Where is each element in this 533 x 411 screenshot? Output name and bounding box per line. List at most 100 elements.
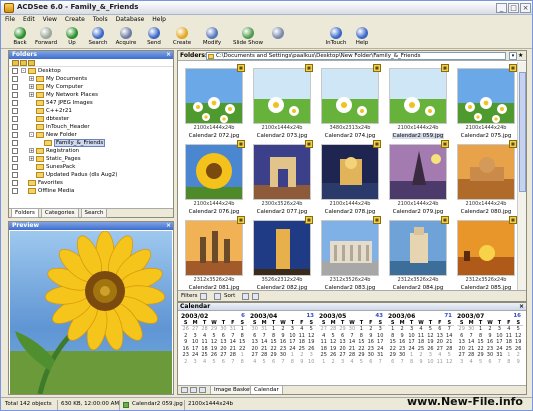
calendar-day[interactable]: 7 xyxy=(495,359,504,366)
tree-checkbox[interactable] xyxy=(12,180,18,186)
tab-image-basket[interactable]: Image Basket xyxy=(210,386,256,394)
select-icon[interactable] xyxy=(252,293,259,300)
calendar-day[interactable]: 3 xyxy=(190,359,199,366)
expand-toggle-icon[interactable]: + xyxy=(29,92,34,97)
group-icon[interactable] xyxy=(214,293,221,300)
calendar-day[interactable]: 12 xyxy=(445,359,454,366)
toolbar-button-help[interactable]: Help xyxy=(347,27,377,48)
thumbnail-item[interactable]: ▦ 2100x1444x24b Calendar2 076.jpg xyxy=(181,139,247,219)
calendar-day[interactable]: 5 xyxy=(357,359,366,366)
thumbnail-item[interactable]: ▦ 2300x3526x24b Calendar2 077.jpg xyxy=(249,139,315,219)
tree-checkbox[interactable] xyxy=(12,140,18,146)
close-button[interactable]: × xyxy=(520,3,531,13)
calendar-day[interactable]: 10 xyxy=(426,359,435,366)
basket-remove-icon[interactable] xyxy=(190,387,197,393)
tree-item[interactable]: - New Folder xyxy=(9,131,173,139)
tree-item[interactable]: 547 JPEG Images xyxy=(9,99,173,107)
tree-item[interactable]: Favorites xyxy=(9,179,173,187)
calendar-day[interactable]: 6 xyxy=(485,359,494,366)
menu-tools[interactable]: Tools xyxy=(89,15,112,23)
month-count[interactable]: 16 xyxy=(513,313,521,319)
tree-item[interactable]: InTouch_Header xyxy=(9,123,173,131)
folder-icon[interactable] xyxy=(12,60,19,66)
tab-folders[interactable]: Folders xyxy=(11,209,39,218)
calendar-day[interactable]: 8 xyxy=(407,359,416,366)
calendar-day[interactable]: 3 xyxy=(338,359,347,366)
month-count[interactable]: 6 xyxy=(241,313,245,319)
thumbnail-item[interactable]: ▦ 2100x1444x24b Calendar2 073.jpg xyxy=(249,63,315,143)
sort-label[interactable]: Sort xyxy=(224,293,235,299)
thumbnail-item[interactable]: ▦ 2312x3526x24b Calendar2 085.jpg xyxy=(453,215,519,295)
month-count[interactable]: 71 xyxy=(444,313,452,319)
toolbar-button-send[interactable]: Send xyxy=(139,27,169,48)
toolbar-button-slide-show[interactable]: Slide Show xyxy=(233,27,263,48)
calendar-day[interactable]: 4 xyxy=(347,359,356,366)
close-icon[interactable]: × xyxy=(519,303,524,311)
menu-help[interactable]: Help xyxy=(148,15,170,23)
thumbnail-item[interactable]: ▦ 2312x3526x24b Calendar2 084.jpg xyxy=(385,215,451,295)
calendar-day[interactable]: 8 xyxy=(504,359,513,366)
toolbar-button-acquire[interactable]: Acquire xyxy=(111,27,141,48)
new-folder-icon[interactable] xyxy=(28,60,35,66)
thumbnail-item[interactable]: ▦ 3480x2313x24b Calendar2 074.jpg xyxy=(317,63,383,143)
tree-item[interactable]: + Static_Pages xyxy=(9,155,173,163)
calendar-day[interactable]: 6 xyxy=(388,359,397,366)
month-count[interactable]: 43 xyxy=(375,313,383,319)
tree-checkbox[interactable] xyxy=(12,188,18,194)
calendar-day[interactable]: 9 xyxy=(297,359,306,366)
calendar-day[interactable]: 7 xyxy=(376,359,385,366)
tree-checkbox[interactable] xyxy=(12,164,18,170)
tree-checkbox[interactable] xyxy=(12,92,18,98)
tree-checkbox[interactable] xyxy=(12,76,18,82)
thumbnail-item[interactable]: ▦ 2312x3526x24b Calendar2 083.jpg xyxy=(317,215,383,295)
thumbnail-item[interactable]: ▦ 2312x3526x24b Calendar2 081.jpg xyxy=(181,215,247,295)
calendar-day[interactable]: 10 xyxy=(307,359,316,366)
expand-toggle-icon[interactable]: + xyxy=(29,148,34,153)
basket-add-icon[interactable] xyxy=(181,387,188,393)
toolbar-button-rotate[interactable] xyxy=(263,27,293,48)
thumbnail-item[interactable]: ▦ 2100x1444x24b Calendar2 079.jpg xyxy=(385,139,451,219)
expand-toggle-icon[interactable]: - xyxy=(29,132,34,137)
tree-checkbox[interactable] xyxy=(12,132,18,138)
tree-item[interactable]: - Desktop xyxy=(9,67,173,75)
maximize-button[interactable]: □ xyxy=(508,3,519,13)
calendar-day[interactable]: 4 xyxy=(466,359,475,366)
calendar-day[interactable]: 5 xyxy=(259,359,268,366)
tree-checkbox[interactable] xyxy=(12,116,18,122)
folder-up-icon[interactable] xyxy=(20,60,27,66)
view-icon[interactable] xyxy=(242,293,249,300)
scrollbar-thumb[interactable] xyxy=(519,72,526,192)
expand-toggle-icon[interactable]: + xyxy=(29,156,34,161)
filter-label[interactable]: Filters xyxy=(181,293,198,299)
calendar-day[interactable]: 7 xyxy=(228,359,237,366)
calendar-day[interactable]: 8 xyxy=(238,359,247,366)
tree-item[interactable]: Offline Media xyxy=(9,187,173,195)
calendar-day[interactable]: 3 xyxy=(457,359,466,366)
close-icon[interactable]: × xyxy=(166,51,171,59)
calendar-day[interactable]: 2 xyxy=(328,359,337,366)
thumbnail-item[interactable]: ▦ 2100x1444x24b Calendar2 059.jpg xyxy=(385,63,451,143)
tree-item[interactable]: + Registration xyxy=(9,147,173,155)
tree-checkbox[interactable] xyxy=(12,68,18,74)
tree-item[interactable]: + My Documents xyxy=(9,75,173,83)
thumbnail-item[interactable]: ▦ 2100x1444x24b Calendar2 075.jpg xyxy=(453,63,519,143)
vertical-scrollbar[interactable] xyxy=(517,62,526,290)
expand-toggle-icon[interactable]: + xyxy=(29,76,34,81)
tab-search[interactable]: Search xyxy=(80,209,108,218)
calendar-day[interactable]: 7 xyxy=(278,359,287,366)
calendar-day[interactable]: 4 xyxy=(200,359,209,366)
calendar-day[interactable]: 6 xyxy=(269,359,278,366)
calendar-day[interactable]: 6 xyxy=(219,359,228,366)
tree-checkbox[interactable] xyxy=(12,108,18,114)
calendar-day[interactable]: 9 xyxy=(416,359,425,366)
expand-toggle-icon[interactable]: - xyxy=(21,68,26,73)
calendar-day[interactable]: 7 xyxy=(397,359,406,366)
thumbnail-item[interactable]: ▦ 3526x2312x24b Calendar2 082.jpg xyxy=(249,215,315,295)
calendar-day[interactable]: 8 xyxy=(288,359,297,366)
tree-item[interactable]: C++2r21 xyxy=(9,107,173,115)
thumbnail-item[interactable]: ▦ 2100x1444x24b Calendar2 080.jpg xyxy=(453,139,519,219)
calendar-day[interactable]: 6 xyxy=(366,359,375,366)
thumbnail-item[interactable]: ▦ 2100x1444x24b Calendar2 078.jpg xyxy=(317,139,383,219)
tab-categories[interactable]: Categories xyxy=(40,209,79,218)
month-count[interactable]: 13 xyxy=(306,313,314,319)
